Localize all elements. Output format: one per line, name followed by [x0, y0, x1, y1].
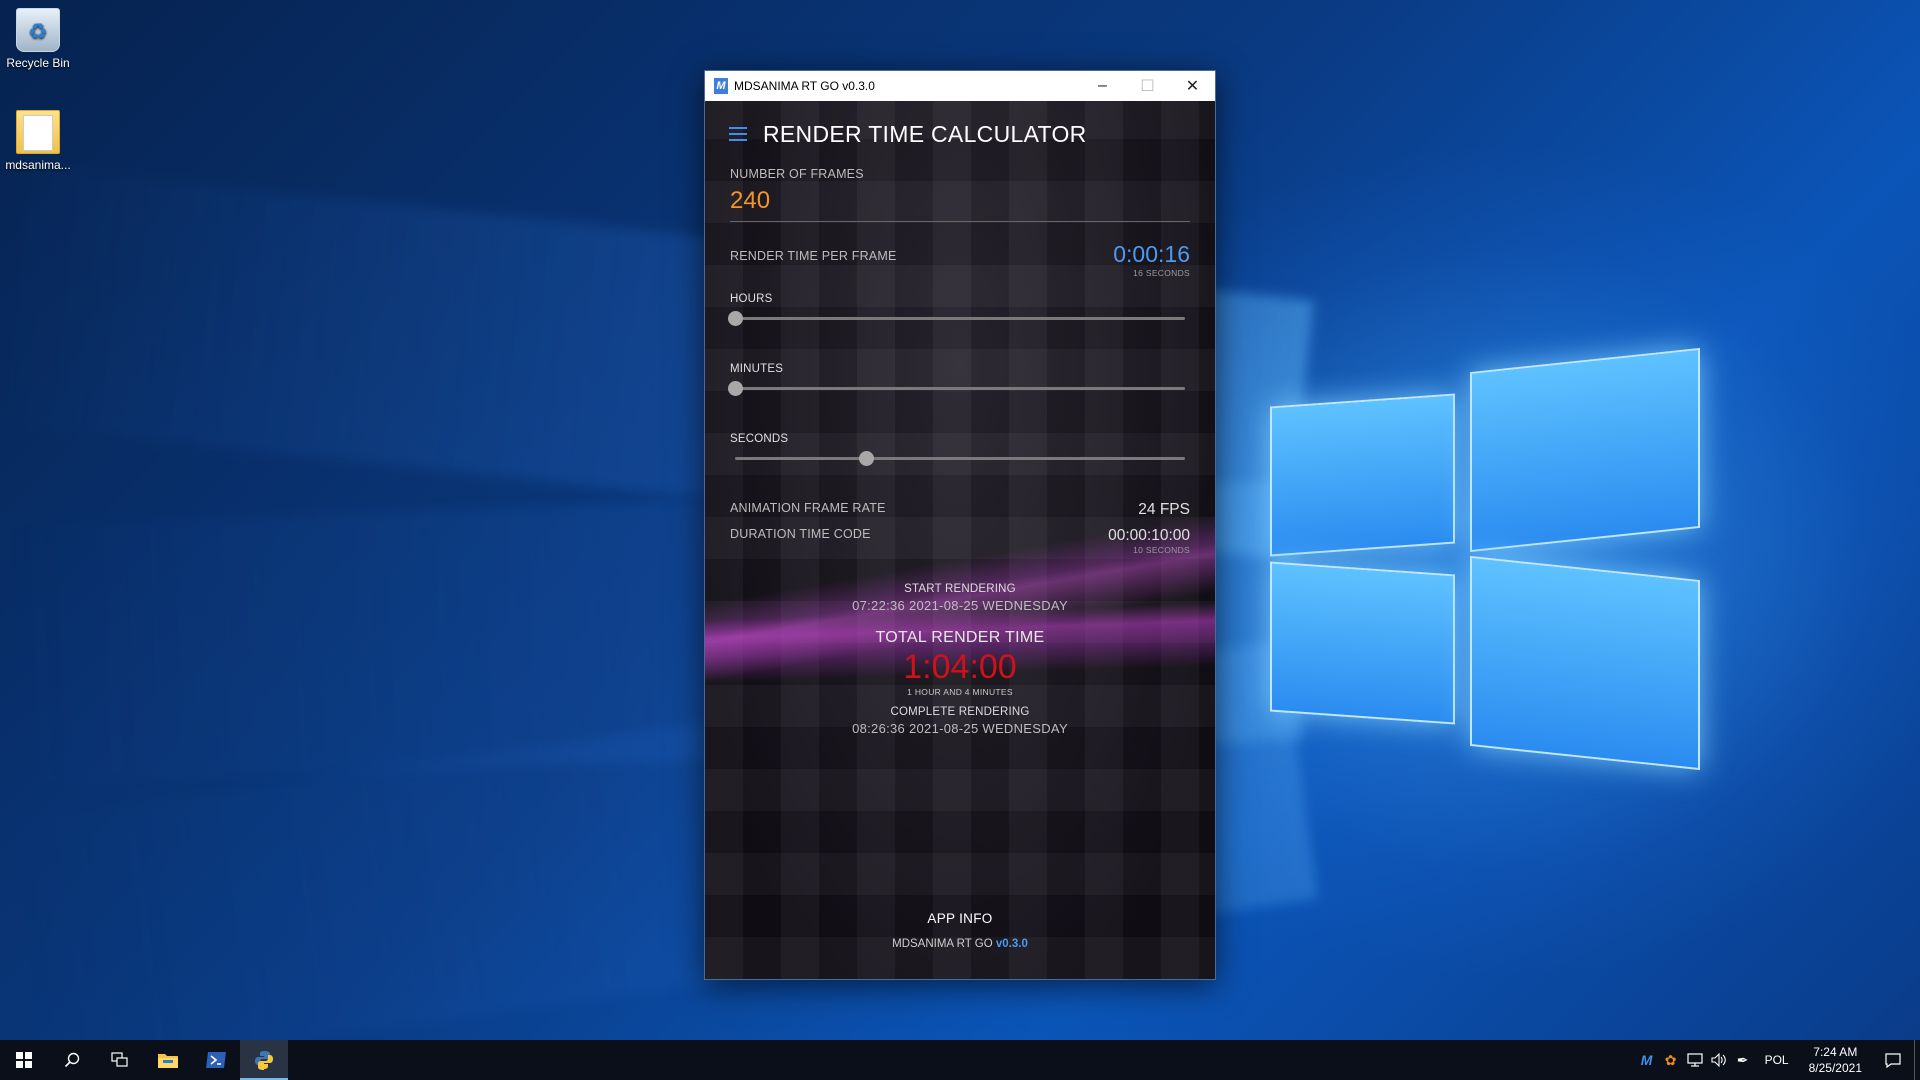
render-time-per-frame: RENDER TIME PER FRAME 0:00:16 16 SECONDS [730, 241, 1190, 278]
search-icon [64, 1052, 80, 1068]
start-rendering: START RENDERING 07:22:36 2021-08-25 WEDN… [730, 583, 1190, 613]
version-link[interactable]: v0.3.0 [996, 938, 1028, 950]
windows-start-icon [16, 1052, 32, 1068]
start-rendering-datetime: 07:22:36 2021-08-25 WEDNESDAY [852, 598, 1068, 613]
hours-slider-thumb[interactable] [728, 311, 743, 326]
minimize-button[interactable]: – [1080, 71, 1125, 101]
window-title: MDSANIMA RT GO v0.3.0 [734, 79, 875, 93]
powershell-icon [206, 1052, 226, 1068]
folder-icon [16, 110, 60, 154]
frame-rate-label: ANIMATION FRAME RATE [730, 501, 886, 515]
app-header: RENDER TIME CALCULATOR [705, 101, 1215, 167]
seconds-label: SECONDS [730, 433, 789, 445]
python-app-icon [255, 1051, 273, 1070]
render-time-per-frame-caption: 16 SECONDS [1133, 268, 1190, 278]
start-button[interactable] [0, 1040, 48, 1080]
network-icon[interactable] [1683, 1040, 1707, 1080]
language-indicator[interactable]: POL [1755, 1053, 1799, 1067]
taskbar-powershell[interactable] [192, 1040, 240, 1080]
show-desktop-button[interactable] [1914, 1040, 1920, 1080]
pen-ink-icon[interactable]: ✒ [1731, 1040, 1755, 1080]
complete-rendering-label: COMPLETE RENDERING [890, 706, 1030, 718]
clock-date: 8/25/2021 [1808, 1061, 1862, 1075]
window-titlebar[interactable]: M MDSANIMA RT GO v0.3.0 – ☐ ✕ [705, 71, 1215, 101]
maximize-button[interactable]: ☐ [1125, 71, 1170, 101]
hours-slider-block: HOURS [728, 293, 1190, 326]
task-view-icon [111, 1052, 128, 1067]
minutes-slider[interactable] [728, 381, 1185, 396]
footer-app-name: MDSANIMA RT GO [892, 938, 993, 950]
taskbar-mdsanima-app[interactable] [240, 1040, 288, 1080]
seconds-slider-thumb[interactable] [858, 451, 874, 466]
close-button[interactable]: ✕ [1170, 71, 1215, 101]
frames-input[interactable]: 240 [730, 187, 1190, 215]
total-render-time-label: TOTAL RENDER TIME [875, 629, 1045, 646]
search-button[interactable] [48, 1040, 96, 1080]
taskbar: M ✿ ✒ POL 7:24 AM 8/25/2021 [0, 1040, 1920, 1080]
duration-value: 00:00:10:00 [1108, 527, 1190, 544]
frames-field[interactable]: NUMBER OF FRAMES 240 [730, 167, 1190, 222]
frame-rate-row: ANIMATION FRAME RATE 24 FPS [730, 501, 1190, 519]
minutes-label: MINUTES [730, 363, 784, 375]
minutes-slider-thumb[interactable] [728, 381, 743, 396]
desktop-icon-recycle-bin[interactable]: Recycle Bin [0, 8, 76, 70]
render-time-per-frame-label: RENDER TIME PER FRAME [730, 249, 897, 263]
duration-row: DURATION TIME CODE 00:00:10:00 10 SECOND… [730, 527, 1190, 555]
render-time-per-frame-value: 0:00:16 [1113, 241, 1190, 267]
notifications-button[interactable] [1872, 1040, 1914, 1080]
minutes-slider-block: MINUTES [728, 363, 1190, 396]
total-render-time-value: 1:04:00 [903, 648, 1017, 686]
system-tray: M ✿ ✒ POL 7:24 AM 8/25/2021 [1635, 1040, 1920, 1080]
page-title: RENDER TIME CALCULATOR [763, 120, 1087, 147]
app-content: RENDER TIME CALCULATOR NUMBER OF FRAMES … [705, 101, 1215, 979]
desktop-icon-label: Recycle Bin [6, 56, 70, 70]
taskbar-clock[interactable]: 7:24 AM 8/25/2021 [1799, 1044, 1872, 1076]
hours-slider[interactable] [728, 311, 1185, 326]
seconds-slider-block: SECONDS [730, 433, 1190, 466]
windows-logo-wallpaper [1260, 340, 1710, 790]
app-window: M MDSANIMA RT GO v0.3.0 – ☐ ✕ RENDER TIM… [704, 70, 1216, 980]
taskbar-file-explorer[interactable] [144, 1040, 192, 1080]
duration-label: DURATION TIME CODE [730, 527, 871, 541]
hamburger-menu-icon[interactable] [729, 127, 747, 141]
desktop-icon-mdsanima-folder[interactable]: mdsanima... [0, 110, 76, 172]
hours-label: HOURS [730, 293, 773, 305]
mdsanima-tray-icon[interactable]: M [1635, 1040, 1659, 1080]
recycle-bin-icon [16, 8, 60, 52]
seconds-slider[interactable] [735, 451, 1185, 466]
start-rendering-label: START RENDERING [904, 583, 1016, 595]
frames-label: NUMBER OF FRAMES [730, 167, 864, 181]
task-view-button[interactable] [96, 1040, 144, 1080]
clock-time: 7:24 AM [1813, 1045, 1858, 1059]
settings-gear-tray-icon[interactable]: ✿ [1659, 1040, 1683, 1080]
volume-icon[interactable] [1707, 1040, 1731, 1080]
action-center-icon [1885, 1052, 1901, 1068]
complete-rendering: COMPLETE RENDERING 08:26:36 2021-08-25 W… [730, 706, 1190, 736]
total-render-time-caption: 1 HOUR AND 4 MINUTES [907, 687, 1013, 697]
app-logo-icon: M [714, 78, 728, 94]
app-info-link[interactable]: APP INFO [730, 911, 1190, 926]
total-render-time: TOTAL RENDER TIME 1:04:00 1 HOUR AND 4 M… [730, 629, 1190, 697]
duration-caption: 10 SECONDS [1133, 545, 1190, 555]
frames-input-underline [730, 221, 1190, 222]
complete-rendering-datetime: 08:26:36 2021-08-25 WEDNESDAY [852, 721, 1068, 736]
desktop-icon-label: mdsanima... [5, 158, 71, 172]
footer-version-line: MDSANIMA RT GO v0.3.0 [730, 938, 1190, 950]
file-explorer-icon [158, 1054, 178, 1068]
frame-rate-value[interactable]: 24 FPS [1138, 501, 1190, 519]
app-footer: APP INFO MDSANIMA RT GO v0.3.0 [730, 911, 1190, 950]
